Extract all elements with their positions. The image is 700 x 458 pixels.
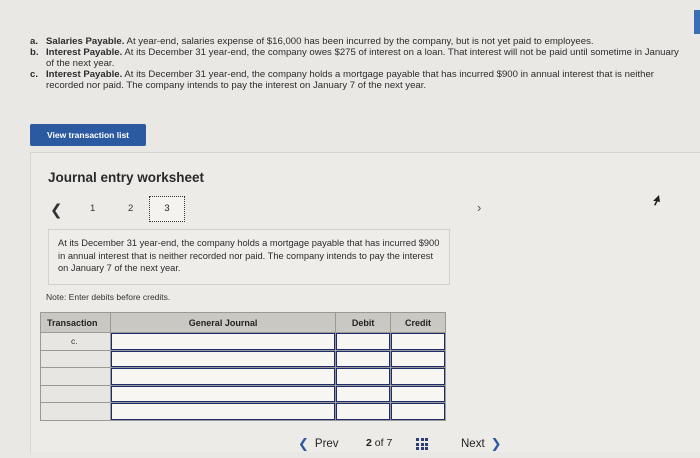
account-input[interactable] xyxy=(110,333,336,350)
transaction-cell xyxy=(40,349,111,368)
chevron-right-icon[interactable]: › xyxy=(477,200,481,215)
transaction-prompt: At its December 31 year-end, the company… xyxy=(48,229,450,285)
item-letter: b. xyxy=(30,47,39,58)
problem-item-c: c. Interest Payable. At its December 31 … xyxy=(30,69,680,91)
side-tab[interactable] xyxy=(694,10,700,34)
chevron-left-icon[interactable]: ❮ xyxy=(50,201,63,219)
problem-statement: a. Salaries Payable. At year-end, salari… xyxy=(30,36,680,91)
worksheet-page-2[interactable]: 2 xyxy=(128,203,133,214)
debit-cell[interactable] xyxy=(335,332,392,351)
debit-cell[interactable] xyxy=(335,367,392,386)
debit-input[interactable] xyxy=(336,385,391,402)
account-cell[interactable] xyxy=(109,367,337,386)
worksheet-page-1[interactable]: 1 xyxy=(90,203,95,214)
item-letter: a. xyxy=(30,36,39,47)
col-header-transaction: Transaction xyxy=(40,312,111,333)
item-body: Interest Payable. At its December 31 yea… xyxy=(46,69,680,91)
of-label: of xyxy=(374,437,384,449)
worksheet-page-3-active[interactable]: 3 xyxy=(149,196,185,222)
credit-input[interactable] xyxy=(391,350,445,367)
current-question: 2 xyxy=(366,437,372,449)
problem-item-b: b. Interest Payable. At its December 31 … xyxy=(30,47,680,69)
transaction-cell xyxy=(40,367,111,386)
table-row xyxy=(40,402,446,421)
item-text: At its December 31 year-end, the company… xyxy=(46,69,654,91)
debit-input[interactable] xyxy=(336,368,391,385)
account-input[interactable] xyxy=(110,385,336,402)
account-input[interactable] xyxy=(110,368,336,385)
grid-icon[interactable] xyxy=(416,438,428,450)
view-transaction-list-button[interactable]: View transaction list xyxy=(30,124,146,146)
table-row xyxy=(40,349,446,368)
next-label: Next xyxy=(461,438,485,450)
mouse-cursor-icon xyxy=(653,195,660,206)
entry-note: Note: Enter debits before credits. xyxy=(46,292,171,302)
next-button[interactable]: Next ❯ xyxy=(461,436,502,452)
question-counter: 2 of 7 xyxy=(366,437,392,449)
assignment-navigation: ❮ Prev 2 of 7 Next ❯ xyxy=(0,432,700,456)
credit-input[interactable] xyxy=(391,333,445,350)
credit-cell[interactable] xyxy=(390,367,446,386)
account-input[interactable] xyxy=(110,350,336,367)
item-body: Salaries Payable. At year-end, salaries … xyxy=(46,36,680,47)
col-header-debit: Debit xyxy=(335,312,392,333)
account-cell[interactable] xyxy=(109,332,337,351)
item-title: Interest Payable. xyxy=(46,69,123,80)
item-text: At its December 31 year-end, the company… xyxy=(46,47,679,69)
table-row xyxy=(40,367,446,386)
credit-cell[interactable] xyxy=(390,349,446,368)
account-input[interactable] xyxy=(110,403,336,420)
credit-input[interactable] xyxy=(391,385,445,402)
worksheet-title: Journal entry worksheet xyxy=(48,170,205,185)
assignment-page: a. Salaries Payable. At year-end, salari… xyxy=(0,0,700,458)
account-cell[interactable] xyxy=(109,402,337,421)
item-title: Interest Payable. xyxy=(46,47,123,58)
chevron-left-icon: ❮ xyxy=(298,436,309,451)
item-title: Salaries Payable. xyxy=(46,36,125,47)
credit-input[interactable] xyxy=(391,403,445,420)
debit-input[interactable] xyxy=(336,403,391,420)
credit-input[interactable] xyxy=(391,368,445,385)
journal-table: Transaction General Journal Debit Credit… xyxy=(40,312,446,421)
debit-input[interactable] xyxy=(336,350,391,367)
transaction-cell xyxy=(40,402,111,421)
col-header-general-journal: General Journal xyxy=(109,312,337,333)
debit-cell[interactable] xyxy=(335,384,392,403)
total-questions: 7 xyxy=(386,437,393,449)
credit-cell[interactable] xyxy=(390,402,446,421)
item-text: At year-end, salaries expense of $16,000… xyxy=(124,36,594,47)
chevron-right-icon: ❯ xyxy=(490,436,502,451)
debit-cell[interactable] xyxy=(335,402,392,421)
worksheet-pager: ❮ 1 2 3 xyxy=(48,196,498,222)
col-header-credit: Credit xyxy=(390,312,446,333)
credit-cell[interactable] xyxy=(390,332,446,351)
problem-item-a: a. Salaries Payable. At year-end, salari… xyxy=(30,36,680,47)
account-cell[interactable] xyxy=(109,384,337,403)
debit-input[interactable] xyxy=(336,333,391,350)
table-row: c. xyxy=(40,332,446,351)
transaction-cell: c. xyxy=(40,332,111,351)
account-cell[interactable] xyxy=(109,349,337,368)
item-body: Interest Payable. At its December 31 yea… xyxy=(46,47,680,69)
item-letter: c. xyxy=(30,69,39,80)
prev-label: Prev xyxy=(314,438,339,450)
prev-button[interactable]: ❮ Prev xyxy=(298,436,339,452)
transaction-cell xyxy=(40,384,111,403)
debit-cell[interactable] xyxy=(335,349,392,368)
table-row xyxy=(40,384,446,403)
journal-header-row: Transaction General Journal Debit Credit xyxy=(40,312,446,333)
credit-cell[interactable] xyxy=(390,384,446,403)
